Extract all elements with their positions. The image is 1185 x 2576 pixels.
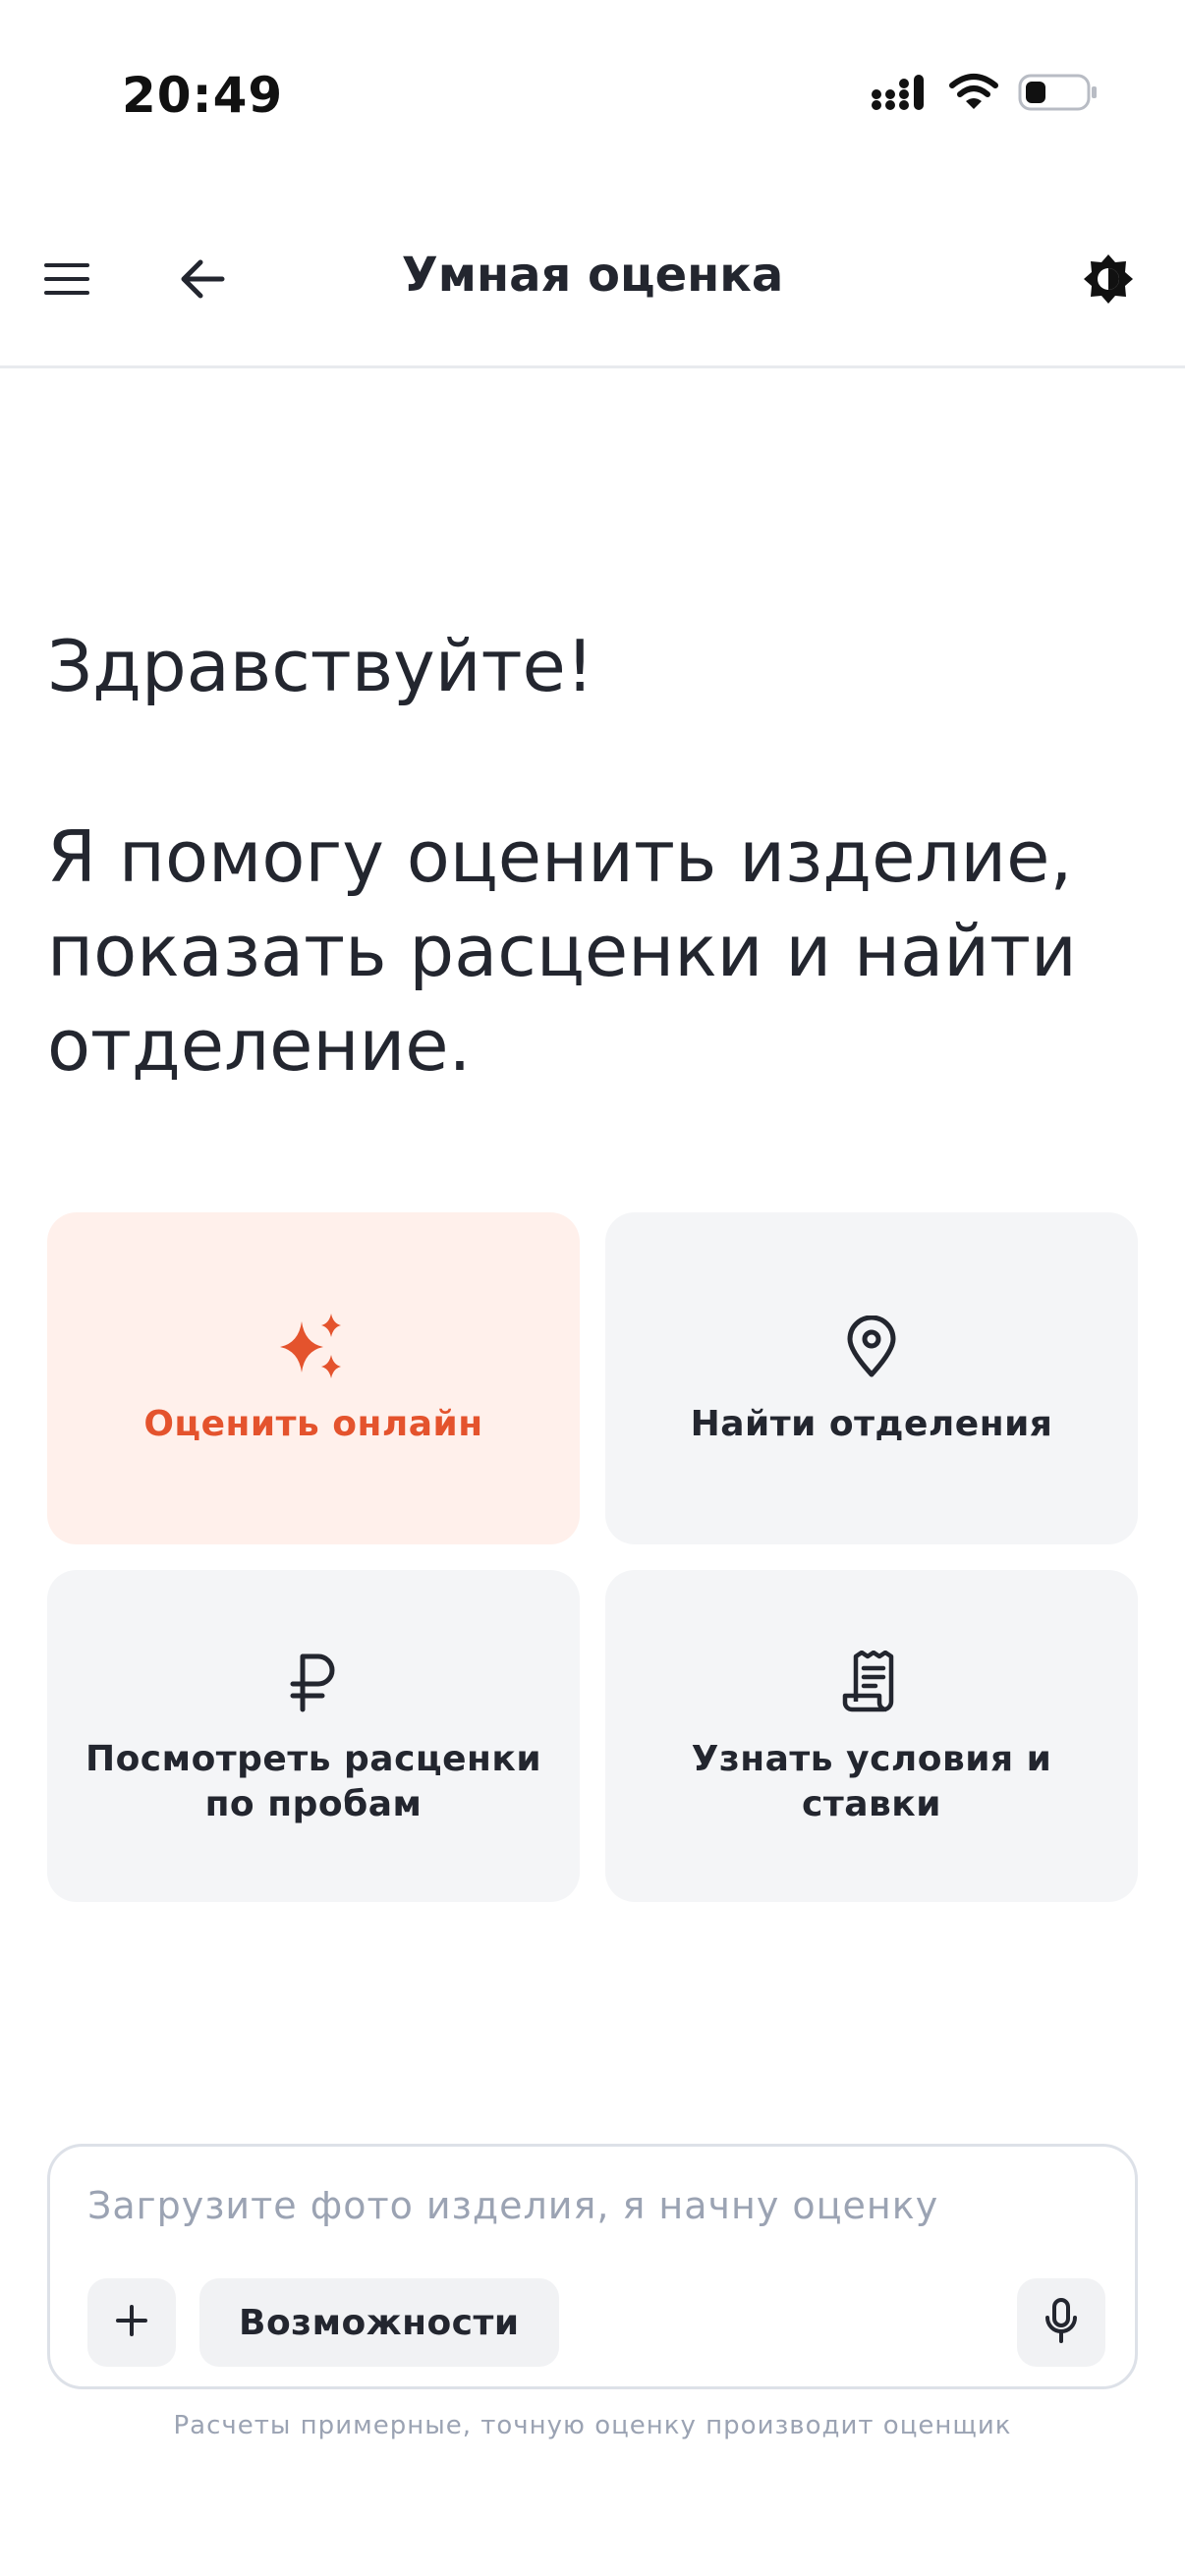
attach-button[interactable]: [87, 2278, 176, 2367]
find-branches-card[interactable]: Найти отделения: [605, 1212, 1138, 1544]
wifi-icon: [949, 73, 998, 116]
card-label: Посмотреть расценки по пробам: [85, 1739, 542, 1824]
view-prices-card[interactable]: Посмотреть расценки по пробам: [47, 1570, 580, 1902]
card-label: Узнать условия и ставки: [691, 1739, 1052, 1824]
page-title: Умная оценка: [401, 248, 784, 303]
status-time: 20:49: [122, 67, 284, 124]
theme-toggle-icon: [1083, 253, 1134, 308]
ruble-icon: [289, 1651, 338, 1717]
card-label: Найти отделения: [690, 1404, 1053, 1444]
conditions-rates-card[interactable]: Узнать условия и ставки: [605, 1570, 1138, 1902]
microphone-icon: [1044, 2298, 1078, 2347]
evaluate-online-card[interactable]: Оценить онлайн: [47, 1212, 580, 1544]
plus-icon: [114, 2303, 149, 2342]
sparkles-icon: [278, 1312, 349, 1386]
receipt-icon: [842, 1650, 901, 1717]
microphone-button[interactable]: [1017, 2278, 1105, 2367]
card-label: Оценить онлайн: [143, 1404, 483, 1444]
app-header: Умная оценка: [0, 196, 1185, 368]
map-pin-icon: [846, 1315, 897, 1382]
features-button[interactable]: Возможности: [199, 2278, 559, 2367]
status-icons: [871, 73, 1099, 116]
greeting-text: Здравствуйте!: [47, 625, 594, 707]
intro-text: Я помогу оценить изделие, показать расце…: [47, 815, 1077, 1087]
theme-toggle-button[interactable]: [1069, 242, 1148, 320]
disclaimer-text: Расчеты примерные, точную оценку произво…: [173, 2411, 1012, 2440]
message-composer: Возможности: [47, 2144, 1138, 2389]
action-cards: Оценить онлайн Найти отделения Посмотрет…: [47, 1212, 1138, 1902]
status-bar: 20:49: [0, 0, 1185, 196]
cellular-signal-icon: [871, 73, 930, 116]
battery-icon: [1018, 73, 1099, 116]
message-input[interactable]: [87, 2176, 1070, 2235]
